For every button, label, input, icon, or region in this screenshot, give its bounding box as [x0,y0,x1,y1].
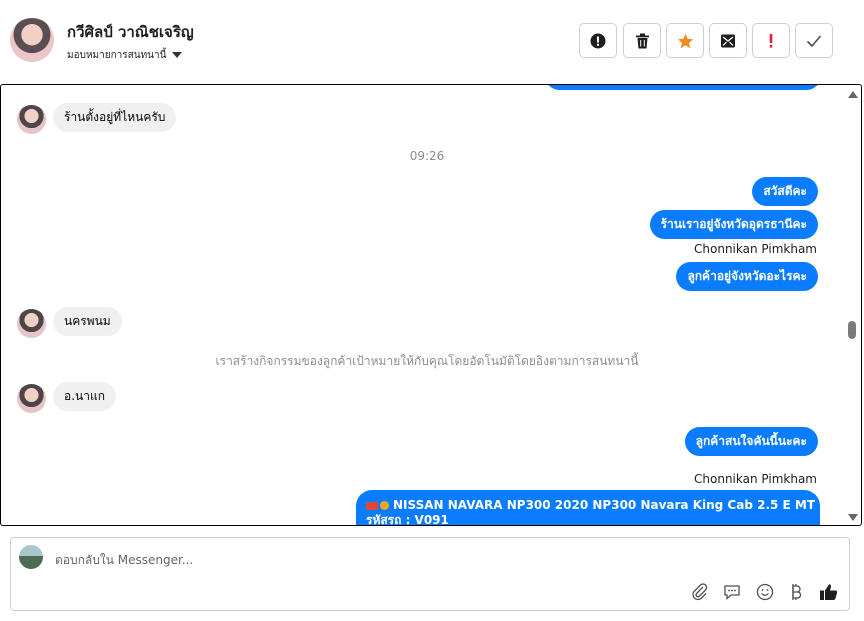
sparkle-icon [380,501,389,510]
mark-unread-button[interactable] [709,23,747,58]
caret-down-icon [172,52,183,58]
assign-conversation-dropdown[interactable]: มอบหมายการสนทนานี้ [67,48,183,63]
like-button[interactable] [818,582,838,602]
message-bubble-out: ร้านเราอยู่จังหวัดอุดรธานีคะ [649,210,818,239]
product-code: รหัสรถ : V091 [366,513,449,526]
scrollbar[interactable] [845,87,859,523]
contact-avatar-small [17,309,46,338]
reply-input[interactable]: ตอบกลับใน Messenger... [55,551,193,570]
emoji-icon [756,583,774,601]
message-bubble-in: อ.นาแก [53,382,116,411]
message-bubble-out: สวัสดีคะ [752,177,818,206]
mark-spam-button[interactable] [579,23,617,58]
check-icon [806,34,822,47]
timestamp: 09:26 [409,149,445,163]
trash-icon [635,33,649,48]
sender-name: Chonnikan Pimkham [694,472,817,486]
quick-reply-icon [724,585,740,600]
emoji-button[interactable] [755,582,775,602]
baht-icon [792,584,802,600]
scrollbar-thumb[interactable] [848,321,856,339]
message-bubble-in: ร้านตั้งอยู่ที่ไหนครับ [53,103,177,132]
mark-unread-icon [721,34,735,47]
car-icon [366,501,378,510]
message-bubble-out: ลูกค้าสนใจคันนี้นะคะ [684,427,818,456]
message-bubble-out: NISSAN NAVARA NP300 2020 NP300 Navara Ki… [356,490,820,526]
system-notice: เราสร้างกิจกรรมของลูกค้าเป้าหมายให้กับคุ… [215,354,639,368]
message-bubble-in: นครพนม [53,307,122,336]
message-thread[interactable]: ร้านตั้งอยู่ที่ไหนครับ 09:26 สวัสดีคะ ร้… [0,84,862,526]
contact-avatar-small [17,384,46,413]
paperclip-icon [692,583,708,601]
exclamation-icon [769,33,773,48]
contact-avatar-small [17,105,46,134]
conversation-header: กวีศิลป์ วาณิชเจริญ มอบหมายการสนทนานี้ [0,0,864,84]
assign-label: มอบหมายการสนทนานี้ [67,50,167,61]
star-icon [677,33,693,48]
contact-name[interactable]: กวีศิลป์ วาณิชเจริญ [67,20,194,44]
star-button[interactable] [666,23,704,58]
scroll-up-icon[interactable] [848,91,858,98]
delete-button[interactable] [623,23,661,58]
product-title: NISSAN NAVARA NP300 2020 NP300 Navara Ki… [393,498,816,512]
sender-name: Chonnikan Pimkham [694,242,817,256]
page-avatar [19,545,43,569]
reply-composer[interactable]: ตอบกลับใน Messenger... [10,537,850,611]
thumbs-up-icon [819,584,837,600]
quick-reply-button[interactable] [722,582,742,602]
alert-circle-icon [590,33,606,48]
attach-button[interactable] [690,582,710,602]
payment-button[interactable] [786,582,806,602]
message-bubble-out [545,85,821,90]
message-bubble-out: ลูกค้าอยู่จังหวัดอะไรคะ [676,262,818,291]
contact-avatar[interactable] [10,18,54,62]
scroll-down-icon[interactable] [848,514,858,521]
mark-done-button[interactable] [795,23,833,58]
mark-important-button[interactable] [752,23,790,58]
